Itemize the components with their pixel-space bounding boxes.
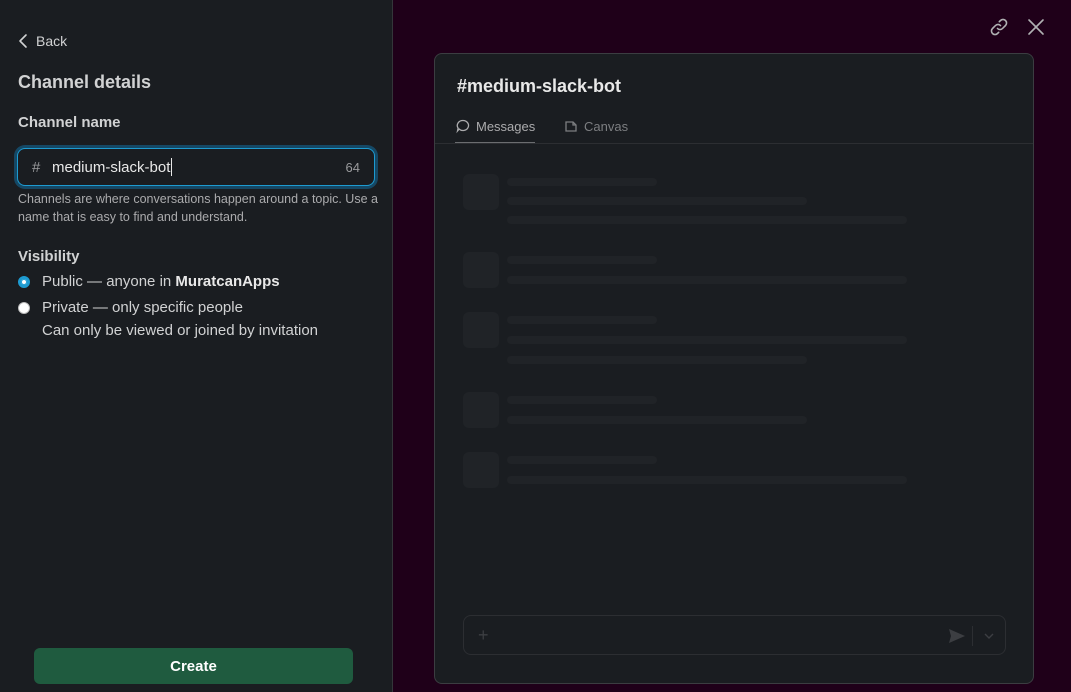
- placeholder-avatar: [463, 174, 499, 210]
- visibility-label: Visibility: [18, 248, 80, 265]
- channel-details-panel: Back Channel details Channel name # medi…: [0, 0, 393, 692]
- message-composer[interactable]: +: [463, 615, 1006, 655]
- chevron-left-icon: [19, 34, 27, 48]
- channel-preview: #medium-slack-bot Messages Canvas +: [434, 53, 1034, 684]
- placeholder-line: [507, 356, 807, 364]
- workspace-name: MuratcanApps: [175, 273, 280, 290]
- tab-canvas[interactable]: Canvas: [563, 118, 628, 142]
- link-icon[interactable]: [988, 16, 1010, 38]
- placeholder-avatar: [463, 312, 499, 348]
- private-option-label: Private — only specific people: [42, 299, 243, 316]
- placeholder-avatar: [463, 392, 499, 428]
- send-icon[interactable]: [947, 626, 967, 646]
- public-radio[interactable]: [18, 276, 30, 288]
- placeholder-line: [507, 256, 657, 264]
- channel-name-label: Channel name: [18, 114, 121, 131]
- placeholder-line: [507, 216, 907, 224]
- placeholder-line: [507, 416, 807, 424]
- composer-divider: [972, 626, 973, 646]
- visibility-option-private[interactable]: Private — only specific people Can only …: [18, 299, 318, 339]
- channel-name-help-text: Channels are where conversations happen …: [18, 192, 378, 224]
- placeholder-line: [507, 197, 807, 205]
- chevron-down-icon[interactable]: [984, 631, 994, 641]
- text-cursor: [171, 158, 173, 176]
- channel-name-input[interactable]: # medium-slack-bot 64: [17, 148, 375, 186]
- preview-channel-title: #medium-slack-bot: [457, 76, 622, 96]
- back-label: Back: [36, 33, 68, 49]
- placeholder-line: [507, 396, 657, 404]
- placeholder-line: [507, 276, 907, 284]
- placeholder-line: [507, 316, 657, 324]
- close-icon[interactable]: [1025, 16, 1047, 38]
- placeholder-line: [507, 336, 907, 344]
- tab-canvas-label: Canvas: [584, 118, 629, 134]
- tab-messages[interactable]: Messages: [455, 118, 536, 144]
- create-button[interactable]: Create: [34, 648, 353, 684]
- canvas-icon: [565, 121, 577, 132]
- placeholder-line: [507, 456, 657, 464]
- back-button[interactable]: Back: [18, 33, 67, 49]
- plus-icon[interactable]: +: [478, 625, 489, 646]
- private-radio[interactable]: [18, 302, 30, 314]
- channel-name-value[interactable]: medium-slack-bot: [52, 159, 170, 176]
- char-counter: 64: [345, 159, 360, 175]
- private-option-sublabel: Can only be viewed or joined by invitati…: [42, 322, 318, 339]
- page-title: Channel details: [18, 72, 152, 92]
- placeholder-avatar: [463, 452, 499, 488]
- placeholder-line: [507, 476, 907, 484]
- placeholder-avatar: [463, 252, 499, 288]
- visibility-option-public[interactable]: Public — anyone in MuratcanApps: [18, 273, 280, 290]
- tabs-divider: [435, 143, 1033, 144]
- message-bubble-icon: [456, 119, 470, 134]
- placeholder-line: [507, 178, 657, 186]
- tab-messages-label: Messages: [476, 118, 536, 134]
- public-option-label: Public — anyone in: [42, 273, 176, 290]
- hash-icon: #: [32, 158, 41, 176]
